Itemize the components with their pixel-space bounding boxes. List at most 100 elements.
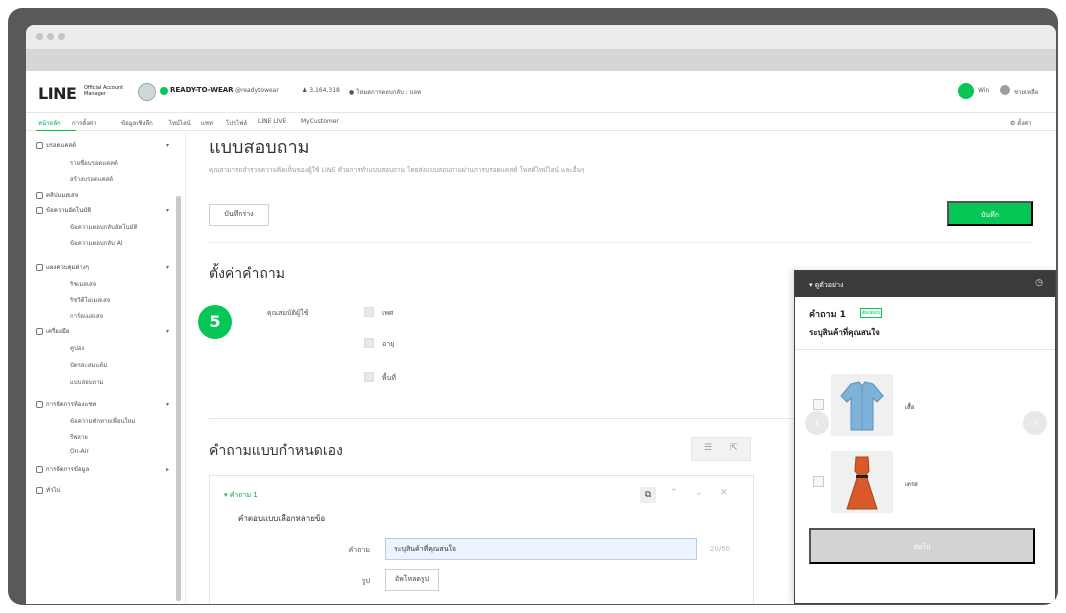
- option-checkbox[interactable]: [813, 399, 824, 410]
- sidebar-item-label: ทั่วไป: [46, 487, 61, 494]
- dress-icon: [846, 456, 878, 510]
- preview-title-text: ดูตัวอย่าง: [814, 281, 844, 289]
- browser-toolbar: [26, 49, 1056, 71]
- option-label: เสื้อ: [905, 404, 915, 411]
- nav-profile[interactable]: โปรไฟล์: [226, 118, 247, 128]
- chevron-down-icon[interactable]: ▾: [166, 401, 169, 408]
- sidebar-item-reply[interactable]: รีพลาย: [70, 432, 88, 442]
- attribute-checkbox-gender[interactable]: [364, 307, 374, 317]
- chevron-down-icon[interactable]: ▾: [166, 328, 169, 335]
- preview-question-text: ระบุสินค้าที่คุณสนใจ: [809, 328, 880, 337]
- account-name[interactable]: READY-TO-WEAR: [170, 86, 234, 94]
- question-type: คำตอบแบบเลือกหลายข้อ: [238, 514, 326, 523]
- general-icon: [36, 487, 43, 494]
- upload-image-button[interactable]: อัพโหลดรูป: [385, 569, 439, 591]
- next-button[interactable]: ต่อไป: [809, 528, 1035, 564]
- reply-mode-status[interactable]: ● โหมดการตอบกลับ : บอท: [349, 87, 421, 97]
- shirt-icon: [840, 381, 884, 431]
- help-link[interactable]: ช่วยเหลือ: [1014, 87, 1038, 97]
- window-control-dot[interactable]: [36, 33, 43, 40]
- sidebar-item-auto-message[interactable]: ข้อความอัตโนมัติ: [36, 205, 91, 215]
- carousel-next-arrow[interactable]: ›: [1023, 411, 1047, 435]
- tools-icon: [36, 328, 43, 335]
- sidebar-item-greeting-message[interactable]: ข้อความทักทายเพื่อนใหม่: [70, 416, 135, 426]
- sidebar-scrollbar[interactable]: [176, 196, 181, 601]
- sidebar-item-coupon[interactable]: คูปอง: [70, 343, 84, 353]
- sidebar-item-rich-video[interactable]: ริชวิดีโอเมสเสจ: [70, 295, 110, 305]
- nav-insights[interactable]: ข้อมูลเชิงลึก: [121, 118, 153, 128]
- sidebar-item-broadcast-list[interactable]: รายชื่อบรอดแคสต์: [70, 158, 118, 168]
- nav-line-live[interactable]: LINE LIVE: [258, 118, 286, 125]
- line-logo[interactable]: LINE: [38, 84, 77, 103]
- preview-header[interactable]: ▾ ดูตัวอย่าง ◷: [795, 271, 1055, 297]
- divider: [209, 418, 809, 419]
- preview-panel: ▾ ดูตัวอย่าง ◷ คำถาม 1 ต้องตอบ ระบุสินค้…: [794, 270, 1056, 604]
- account-avatar[interactable]: [138, 83, 156, 101]
- chevron-down-icon[interactable]: ▾: [166, 142, 169, 149]
- question-field-label: คำถาม: [348, 546, 370, 554]
- chevron-down-icon[interactable]: ▾: [166, 264, 169, 271]
- image-field-label: รูป: [361, 577, 370, 585]
- nav-chat[interactable]: แชท: [201, 118, 213, 128]
- chat-icon: [36, 401, 43, 408]
- copy-icon[interactable]: ⧉: [640, 487, 656, 503]
- fullscreen-icon[interactable]: ⇱: [730, 443, 738, 453]
- attribute-label-age: อายุ: [382, 340, 395, 348]
- sidebar-item-data-management[interactable]: การจัดการข้อมูล: [36, 464, 89, 474]
- sidebar-item-tools[interactable]: เครื่องมือ: [36, 326, 69, 336]
- sidebar-item-auto-reply[interactable]: ข้อความตอบกลับอัตโนมัติ: [70, 222, 138, 232]
- window-control-dot[interactable]: [47, 33, 54, 40]
- window-title-bar: [26, 25, 1056, 49]
- nav-account-settings[interactable]: ⚙ ตั้งค่า: [1010, 118, 1032, 128]
- sidebar-item-label: การจัดการข้อมูล: [46, 466, 90, 473]
- list-view-icon[interactable]: ☰: [704, 443, 712, 453]
- option-label: เดรส: [905, 481, 918, 488]
- page-description: คุณสามารถสำรวจความคิดเห็นของผู้ใช้ LINE …: [209, 166, 585, 174]
- help-icon[interactable]: [1000, 85, 1010, 95]
- chevron-right-icon[interactable]: ▸: [166, 466, 169, 473]
- user-name[interactable]: Win: [978, 87, 989, 94]
- sidebar-item-label: แผงควบคุมต่างๆ: [46, 264, 89, 271]
- save-draft-button[interactable]: บันทึกร่าง: [209, 204, 269, 226]
- save-button[interactable]: บันทึก: [947, 201, 1033, 226]
- move-down-icon[interactable]: ⌄: [695, 488, 703, 498]
- chevron-down-icon[interactable]: ▾: [166, 207, 169, 214]
- question-text-input[interactable]: ระบุสินค้าที่คุณสนใจ: [385, 538, 697, 560]
- window-control-dot[interactable]: [58, 33, 65, 40]
- option-checkbox[interactable]: [813, 476, 824, 487]
- sidebar-item-ai-reply[interactable]: ข้อความตอบกลับ AI: [70, 238, 123, 248]
- required-badge: ต้องตอบ: [860, 308, 882, 318]
- sidebar-item-rich-message[interactable]: ริชเมสเสจ: [70, 279, 96, 289]
- clock-icon[interactable]: ◷: [1035, 278, 1043, 288]
- carousel-prev-arrow[interactable]: ‹: [805, 411, 829, 435]
- step-number-badge: 5: [198, 305, 232, 339]
- user-avatar[interactable]: [958, 83, 974, 99]
- sidebar-item-chat-management[interactable]: การจัดการห้องแชท: [36, 399, 96, 409]
- settings-label: ตั้งค่า: [1017, 120, 1032, 127]
- sidebar-item-card-message[interactable]: การ์ดเมสเสจ: [70, 311, 103, 321]
- attribute-checkbox-area[interactable]: [364, 372, 374, 382]
- broadcast-icon: [36, 142, 43, 149]
- nav-active-indicator: [36, 130, 76, 131]
- question-name: คำถาม 1: [229, 491, 258, 499]
- sidebar-item-broadcast[interactable]: บรอดแคสต์: [36, 140, 76, 150]
- close-icon[interactable]: ✕: [720, 488, 728, 498]
- sidebar-item-on-air[interactable]: On-Air: [70, 448, 89, 455]
- sidebar-item-dashboards[interactable]: แผงควบคุมต่างๆ: [36, 262, 89, 272]
- sidebar-item-reward-card[interactable]: บัตรสะสมแต้ม: [70, 360, 107, 370]
- followers-value: 3,164,318: [309, 87, 340, 94]
- sidebar-item-clip-message[interactable]: คลิปแมสเสจ: [36, 190, 78, 200]
- sidebar-item-survey[interactable]: แบบสอบถาม: [70, 377, 104, 387]
- sidebar-item-label: บรอดแคสต์: [46, 142, 76, 149]
- nav-home[interactable]: หน้าหลัก: [38, 118, 61, 128]
- move-up-icon[interactable]: ⌃: [670, 488, 678, 498]
- question-collapse-toggle[interactable]: ▾ คำถาม 1: [224, 490, 258, 501]
- nav-settings[interactable]: การตั้งค่า: [72, 118, 96, 128]
- sidebar-item-general[interactable]: ทั่วไป: [36, 485, 60, 495]
- dress-image: [831, 451, 893, 513]
- nav-timeline[interactable]: ไทม์ไลน์: [169, 118, 191, 128]
- nav-mycustomer[interactable]: MyCustomer: [301, 118, 339, 125]
- window-frame: LINE Official Account Manager READY-TO-W…: [8, 8, 1058, 605]
- sidebar-item-create-broadcast[interactable]: สร้างบรอดแคสต์: [70, 174, 113, 184]
- attribute-checkbox-age[interactable]: [364, 338, 374, 348]
